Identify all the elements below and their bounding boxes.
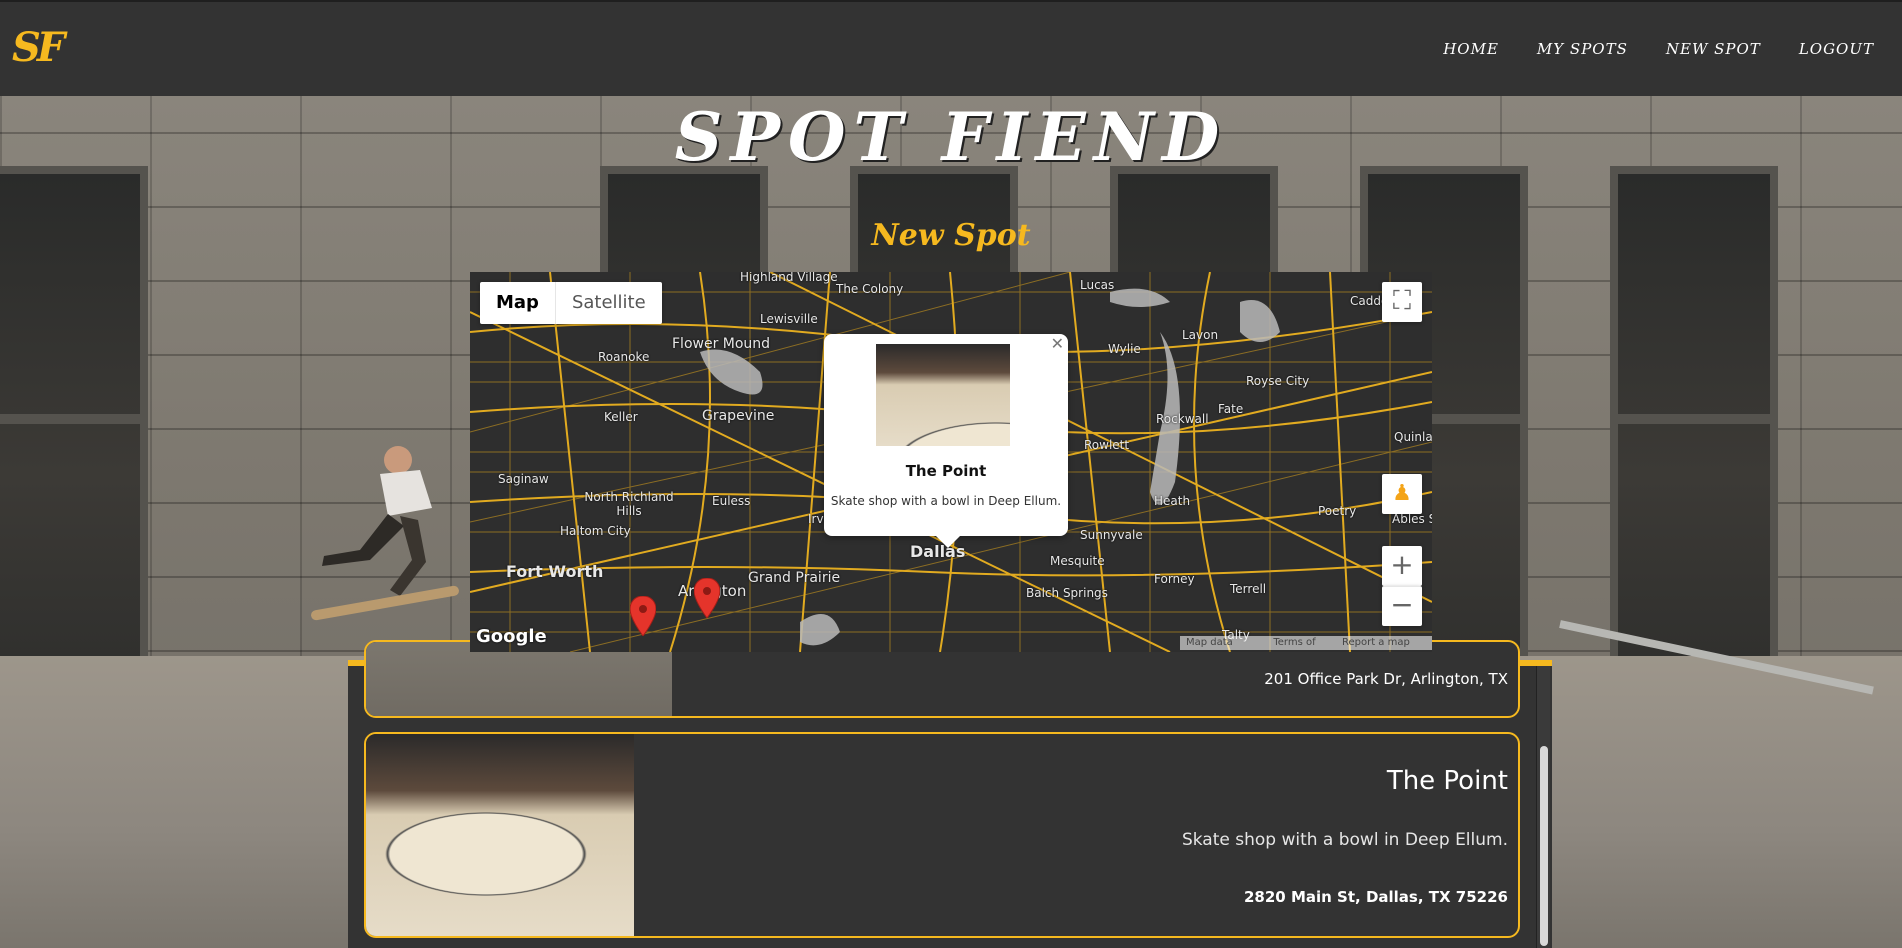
scrollbar-thumb[interactable] [1540,746,1548,946]
fullscreen-icon[interactable]: ⛶ [1382,282,1422,322]
list-scrollbar[interactable] [1536,666,1550,948]
info-window-description: Skate shop with a bowl in Deep Ellum. [830,494,1062,508]
map-city-label: North Richland Hills [584,490,674,518]
nav-links: HOME MY SPOTS NEW SPOT LOGOUT [1443,40,1874,58]
map-city-label: Highland Village [740,272,838,284]
map-city-label: Terrell [1230,582,1267,596]
page-title: New Spot [871,218,1031,253]
map-city-label: Rockwall [1156,412,1209,426]
info-window-image [876,344,1010,446]
map-city-label: Fort Worth [506,562,604,581]
nav-my-spots-link[interactable]: MY SPOTS [1537,40,1628,58]
spot-description: Skate shop with a bowl in Deep Ellum. [1181,830,1508,850]
spot-marker[interactable] [694,578,720,618]
site-logo[interactable]: SF [12,24,65,71]
map-info-window: ✕ The Point Skate shop with a bowl in De… [824,334,1068,548]
map-city-label: Balch Springs [1026,586,1108,600]
map-city-label: Quinlan [1394,430,1432,444]
map-city-label: Heath [1154,494,1191,508]
google-map[interactable]: Highland Village The Colony Lucas Caddo … [470,272,1432,652]
map-city-label: Fate [1218,402,1244,416]
map-city-label: Haltom City [560,524,631,538]
spot-name: The Point [1386,766,1508,796]
map-city-label: Ables Springs [1392,512,1432,526]
map-city-label: Grand Prairie [748,570,841,586]
skater-figure [311,446,459,621]
map-attribution: Map data ©2019 Terms of Use Report a map… [1180,636,1432,652]
spot-thumbnail [366,734,634,936]
terms-of-use-link[interactable]: Terms of Use [1273,636,1330,652]
map-city-label: Lavon [1182,328,1219,342]
top-navbar: SF HOME MY SPOTS NEW SPOT LOGOUT [0,0,1902,96]
spot-address: 2820 Main St, Dallas, TX 75226 [1244,888,1508,906]
map-type-control: Map Satellite [480,282,662,324]
close-icon[interactable]: ✕ [1051,334,1064,353]
map-city-label: Grapevine [702,408,775,424]
map-city-label: Roanoke [598,350,650,364]
nav-logout-link[interactable]: LOGOUT [1799,40,1874,58]
map-city-label: Wylie [1108,342,1141,356]
map-data-label: Map data ©2019 [1186,637,1233,652]
zoom-out-button[interactable]: − [1382,586,1422,626]
map-city-label: Royse City [1246,374,1310,388]
map-city-label: Euless [712,494,751,508]
zoom-in-button[interactable]: + [1382,546,1422,586]
map-city-label: Saginaw [498,472,549,486]
nav-home-link[interactable]: HOME [1443,40,1499,58]
site-title: SPOT FIEND [674,98,1228,176]
map-city-label: Keller [604,410,638,424]
map-city-label: Forney [1154,572,1195,586]
map-type-map-button[interactable]: Map [480,282,555,324]
spot-card[interactable]: The Point Skate shop with a bowl in Deep… [364,732,1520,938]
map-city-label: The Colony [836,282,904,296]
google-logo: Google [476,626,547,647]
info-window-title: The Point [905,462,987,480]
map-city-label: Lucas [1080,278,1115,292]
map-type-satellite-button[interactable]: Satellite [554,282,662,324]
spot-marker[interactable] [630,596,656,636]
map-city-label: Mesquite [1050,554,1105,568]
report-map-error-link[interactable]: Report a map error [1342,636,1426,652]
map-city-label: Rowlett [1084,438,1130,452]
map-city-label: Sunnyvale [1080,528,1143,542]
nav-new-spot-link[interactable]: NEW SPOT [1666,40,1761,58]
map-city-label: Lewisville [760,312,818,326]
pegman-icon[interactable]: ♟ [1382,474,1422,514]
map-city-label: Poetry [1318,504,1357,518]
spot-address: 201 Office Park Dr, Arlington, TX [1264,670,1508,688]
map-city-label: Flower Mound [672,336,771,352]
